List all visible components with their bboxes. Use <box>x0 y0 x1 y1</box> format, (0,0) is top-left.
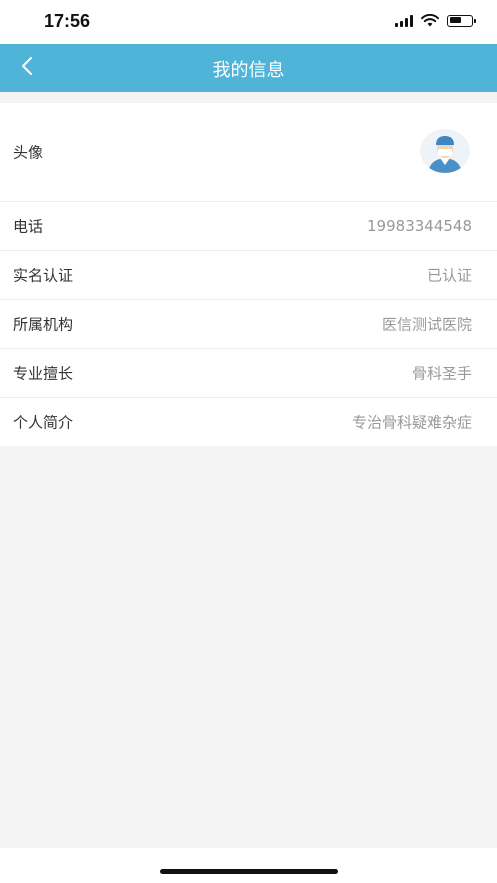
bio-label: 个人简介 <box>13 413 74 432</box>
doctor-avatar-icon[interactable] <box>420 129 470 173</box>
battery-icon <box>447 14 476 27</box>
navigation-bar: 我的信息 <box>0 44 497 92</box>
status-bar: 17:56 <box>0 0 497 44</box>
wifi-icon <box>421 14 439 27</box>
verification-row[interactable]: 实名认证 已认证 <box>0 250 497 299</box>
bio-row[interactable]: 个人简介 专治骨科疑难杂症 <box>0 397 497 446</box>
institution-label: 所属机构 <box>13 315 74 334</box>
home-indicator[interactable] <box>160 869 338 874</box>
institution-value: 医信测试医院 <box>381 315 472 334</box>
specialty-value: 骨科圣手 <box>411 364 472 383</box>
profile-info-list: 头像 电话 19983344548 实名认证 已认证 所属机构 医信测试医院 专… <box>0 103 497 446</box>
phone-row[interactable]: 电话 19983344548 <box>0 201 497 250</box>
phone-value: 19983344548 <box>367 217 472 235</box>
avatar-row[interactable]: 头像 <box>0 103 497 201</box>
bio-value: 专治骨科疑难杂症 <box>351 413 472 432</box>
phone-label: 电话 <box>13 217 44 236</box>
verification-value: 已认证 <box>426 266 472 285</box>
specialty-row[interactable]: 专业擅长 骨科圣手 <box>0 348 497 397</box>
home-indicator-area <box>0 848 497 883</box>
avatar-label: 头像 <box>13 143 44 162</box>
status-icons <box>395 14 476 27</box>
institution-row[interactable]: 所属机构 医信测试医院 <box>0 299 497 348</box>
specialty-label: 专业擅长 <box>13 364 74 383</box>
page-title: 我的信息 <box>212 60 285 81</box>
cellular-signal-icon <box>395 14 413 27</box>
battery-level <box>449 17 461 23</box>
verification-label: 实名认证 <box>13 266 74 285</box>
status-time: 17:56 <box>44 11 91 31</box>
